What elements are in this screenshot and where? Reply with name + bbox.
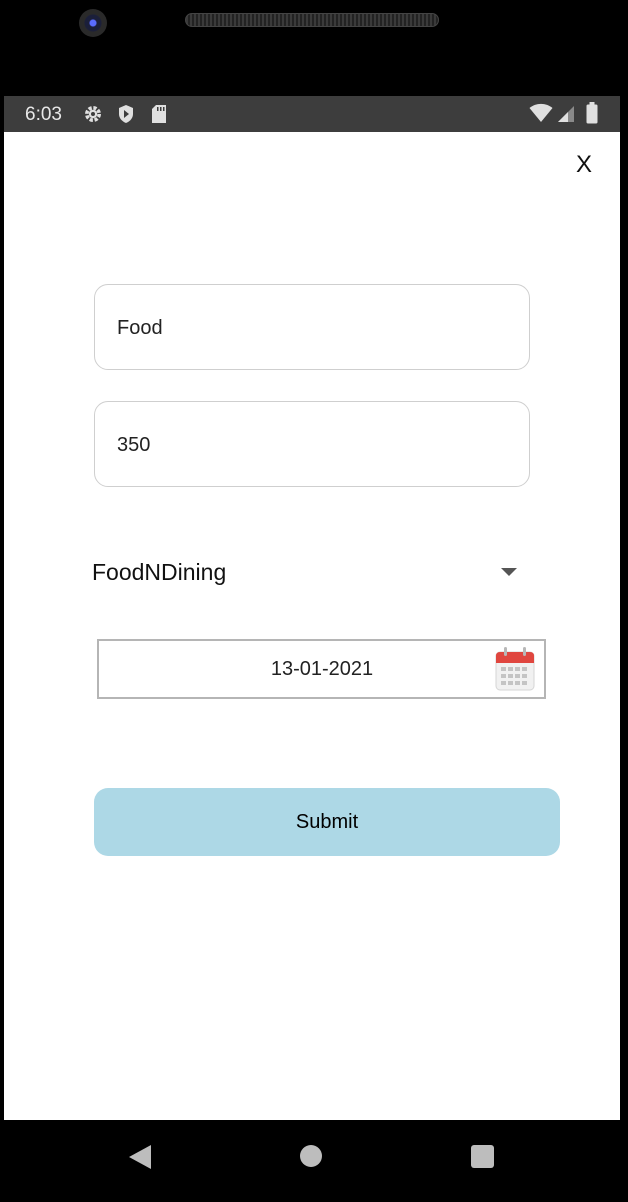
date-picker[interactable]: 13-01-2021 bbox=[97, 639, 546, 699]
shield-icon bbox=[117, 104, 135, 129]
front-camera bbox=[79, 9, 107, 37]
battery-icon bbox=[586, 102, 598, 129]
title-input[interactable] bbox=[117, 313, 497, 343]
system-nav-bar bbox=[0, 1120, 628, 1202]
status-time: 6:03 bbox=[25, 104, 62, 125]
home-icon[interactable] bbox=[300, 1145, 322, 1167]
category-dropdown[interactable]: FoodNDining bbox=[90, 552, 530, 592]
sd-card-icon bbox=[151, 104, 167, 129]
calendar-icon[interactable] bbox=[495, 647, 535, 696]
submit-button[interactable]: Submit bbox=[94, 788, 560, 856]
title-field[interactable] bbox=[94, 284, 530, 370]
status-bar: 6:03 bbox=[4, 96, 620, 132]
category-selected-value: FoodNDining bbox=[92, 559, 227, 585]
close-button[interactable]: X bbox=[570, 150, 598, 180]
device-top-bezel bbox=[0, 0, 628, 96]
amount-input[interactable] bbox=[117, 430, 497, 460]
recents-icon[interactable] bbox=[471, 1145, 494, 1168]
gear-icon bbox=[83, 104, 103, 129]
add-expense-screen: X FoodNDining 13-01-2021 Submit bbox=[4, 132, 620, 1120]
date-value: 13-01-2021 bbox=[270, 658, 374, 680]
wifi-icon bbox=[529, 103, 553, 128]
cell-signal-icon bbox=[557, 105, 575, 128]
earpiece-speaker bbox=[185, 13, 439, 27]
caret-down-icon[interactable] bbox=[501, 568, 517, 576]
amount-field[interactable] bbox=[94, 401, 530, 487]
back-icon[interactable] bbox=[129, 1145, 151, 1169]
